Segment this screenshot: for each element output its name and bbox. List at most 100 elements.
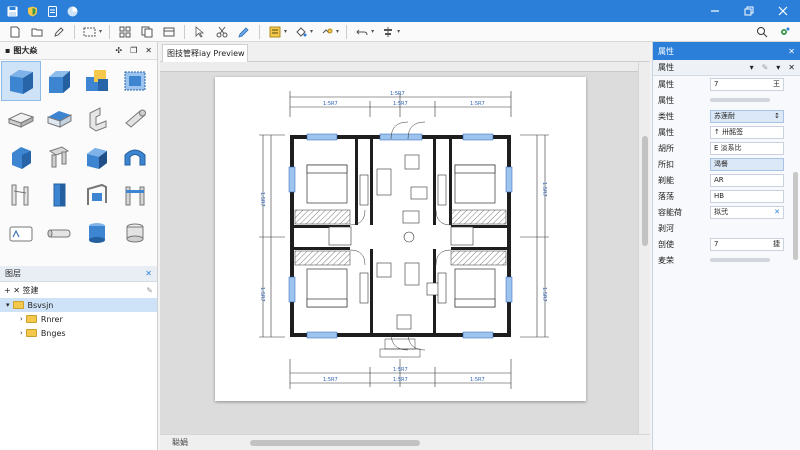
drawing-canvas[interactable]: 1:5R7 1:5R7 1:5R7 1:5R7 1:5R7 1:5R7 1:5R…	[160, 62, 638, 434]
chevron-down-icon[interactable]: ▾	[397, 28, 400, 35]
restore-button[interactable]	[732, 0, 766, 22]
chevron-down-icon[interactable]: ▾	[750, 63, 754, 72]
property-field[interactable]: 7 捷	[710, 237, 784, 251]
shape-rack[interactable]	[116, 176, 154, 214]
tree-item[interactable]: ▾ Bsvsjn	[0, 298, 157, 312]
scrollbar-thumb[interactable]	[250, 440, 420, 446]
horizontal-scrollbar[interactable]: 聪娟	[160, 434, 650, 450]
chevron-right-icon[interactable]: ›	[20, 329, 23, 337]
property-slider[interactable]	[710, 98, 770, 102]
shape-cube-dark[interactable]	[78, 138, 116, 176]
property-field[interactable]: 拟弐 ✕	[710, 205, 784, 219]
tree-item[interactable]: › Rnrer	[0, 312, 157, 326]
close-icon[interactable]: ✕	[788, 63, 795, 72]
shape-slab[interactable]	[2, 100, 40, 138]
property-label: 剃能	[658, 175, 674, 185]
link-icon[interactable]	[319, 24, 335, 40]
settings-icon[interactable]	[776, 24, 792, 40]
property-field[interactable]: E 淡系比	[710, 141, 784, 155]
minimize-button[interactable]	[698, 0, 732, 22]
dimension-label: 1:5R7	[390, 91, 405, 97]
align-icon[interactable]	[267, 24, 283, 40]
floor-plan[interactable]: 1:5R7 1:5R7 1:5R7 1:5R7 1:5R7 1:5R7 1:5R…	[215, 77, 586, 401]
shape-chip[interactable]	[116, 62, 154, 100]
close-icon[interactable]: ✕	[774, 208, 780, 216]
select-rect-icon[interactable]	[82, 24, 98, 40]
chevron-down-icon[interactable]: ▾	[99, 28, 102, 35]
shape-pillar[interactable]	[2, 176, 40, 214]
close-icon[interactable]: ✕	[145, 269, 152, 278]
shape-block-blue[interactable]	[2, 138, 40, 176]
shape-connector-block[interactable]	[78, 62, 116, 100]
shield-icon[interactable]	[26, 5, 38, 17]
edit-icon[interactable]: ✎	[762, 63, 769, 72]
property-field[interactable]: HB	[710, 189, 784, 203]
shape-drum[interactable]	[116, 214, 154, 252]
cut-icon[interactable]	[214, 24, 230, 40]
layers-toolbar-label[interactable]: + ✕ 签建	[4, 285, 39, 296]
chevron-down-icon[interactable]: ▾	[310, 28, 313, 35]
shape-arch[interactable]	[116, 138, 154, 176]
document-tab-label: 图技管释iay Preview	[167, 49, 245, 58]
tree-item-label: Rnrer	[40, 314, 63, 324]
drawing-page[interactable]: 1:5R7 1:5R7 1:5R7 1:5R7 1:5R7 1:5R7 1:5R…	[215, 77, 586, 401]
pages-icon[interactable]	[139, 24, 155, 40]
pie-chart-icon[interactable]	[66, 5, 78, 17]
chevron-down-icon[interactable]: ▾	[6, 301, 10, 309]
shape-tank[interactable]	[78, 214, 116, 252]
undo-icon[interactable]	[354, 24, 370, 40]
new-file-icon[interactable]	[7, 24, 23, 40]
chevron-down-icon[interactable]: ▾	[284, 28, 287, 35]
property-label: 麦荣	[658, 255, 674, 265]
close-icon[interactable]: ✕	[788, 47, 795, 56]
property-field[interactable]: AR	[710, 173, 784, 187]
shape-panel-flat[interactable]	[2, 214, 40, 252]
property-field-button[interactable]: 王	[773, 79, 780, 89]
vertical-scrollbar[interactable]	[638, 62, 650, 434]
pin-icon[interactable]: ▪	[5, 46, 10, 55]
distribute-icon[interactable]	[380, 24, 396, 40]
save-icon[interactable]	[6, 5, 18, 17]
tab-document[interactable]: 图技管释iay Preview	[162, 44, 248, 62]
edit-icon[interactable]: ✎	[146, 286, 153, 295]
copy-icon[interactable]: ❐	[130, 46, 137, 55]
chevron-right-icon[interactable]: ›	[20, 315, 23, 323]
shape-box[interactable]	[40, 62, 78, 100]
frame-icon[interactable]	[161, 24, 177, 40]
shape-cube[interactable]	[1, 61, 41, 101]
chevron-down-icon[interactable]: ▾	[776, 63, 780, 72]
search-icon[interactable]	[754, 24, 770, 40]
shape-column-blue[interactable]	[40, 176, 78, 214]
chevron-down-icon[interactable]: ▾	[371, 28, 374, 35]
pointer-icon[interactable]	[192, 24, 208, 40]
chevron-down-icon[interactable]: ▾	[336, 28, 339, 35]
folder-icon	[25, 329, 37, 337]
fill-icon[interactable]	[293, 24, 309, 40]
edit-icon[interactable]	[236, 24, 252, 40]
property-field-button[interactable]: 捷	[773, 239, 780, 249]
move-icon[interactable]: ✣	[115, 46, 122, 55]
shape-frame[interactable]	[78, 176, 116, 214]
grid-icon[interactable]	[117, 24, 133, 40]
property-field[interactable]: 苏莲耐 ↕	[710, 109, 784, 123]
property-field[interactable]: ↑ 卅酩签	[710, 125, 784, 139]
document-icon[interactable]	[46, 5, 58, 17]
shape-tray[interactable]	[40, 100, 78, 138]
tree-item[interactable]: › Bnges	[0, 326, 157, 340]
top-ruler	[160, 62, 638, 72]
shape-bracket[interactable]	[78, 100, 116, 138]
close-icon[interactable]: ✕	[145, 46, 152, 55]
property-field[interactable]: 渴餐	[710, 157, 784, 171]
open-folder-icon[interactable]	[29, 24, 45, 40]
shape-stand[interactable]	[40, 138, 78, 176]
scrollbar-thumb[interactable]	[642, 136, 648, 246]
shape-pipe[interactable]	[40, 214, 78, 252]
spinner-icon[interactable]: ↕	[774, 112, 780, 120]
property-value: 7	[714, 80, 719, 88]
close-button[interactable]	[766, 0, 800, 22]
properties-scrollbar[interactable]	[793, 172, 798, 260]
shape-cylinder[interactable]	[116, 100, 154, 138]
property-slider[interactable]	[710, 258, 770, 262]
property-field[interactable]: 7 王	[710, 77, 784, 91]
pencil-icon[interactable]	[51, 24, 67, 40]
